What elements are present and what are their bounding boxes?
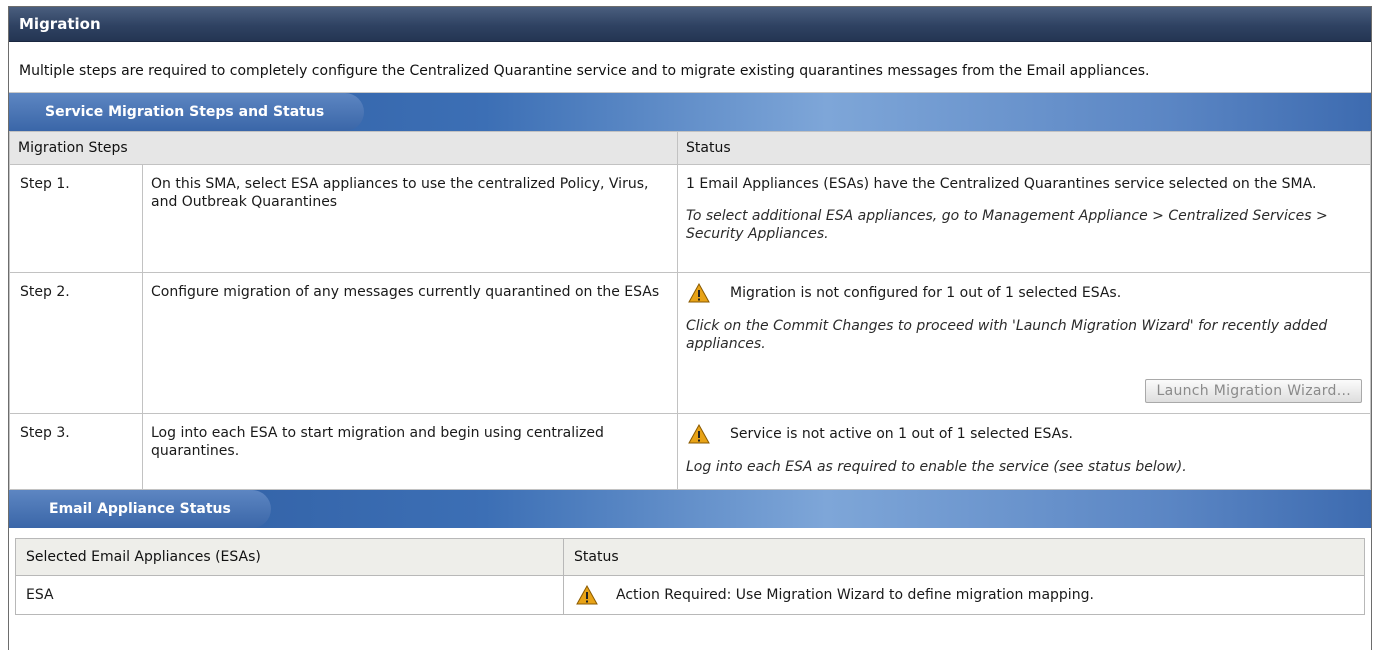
- step-number: Step 2.: [9, 272, 143, 414]
- email-appliance-section-title: Email Appliance Status: [9, 490, 271, 528]
- email-appliance-table: Selected Email Appliances (ESAs) Status …: [15, 538, 1365, 615]
- step-description: On this SMA, select ESA appliances to us…: [142, 164, 678, 273]
- table-row: Step 2. Configure migration of any messa…: [9, 272, 1371, 414]
- step-status-note: Log into each ESA as required to enable …: [686, 459, 1187, 475]
- email-appliance-section-header: Email Appliance Status: [9, 490, 1371, 528]
- col-selected-esas: Selected Email Appliances (ESAs): [15, 538, 564, 576]
- col-status: Status: [563, 538, 1365, 576]
- migration-section-header: Service Migration Steps and Status: [9, 93, 1371, 131]
- step-number: Step 3.: [9, 413, 143, 490]
- esa-name: ESA: [15, 575, 564, 615]
- launch-migration-wizard-button[interactable]: Launch Migration Wizard...: [1145, 379, 1362, 403]
- table-row: Step 3. Log into each ESA to start migra…: [9, 413, 1371, 490]
- migration-steps-table: Migration Steps Status Step 1. On this S…: [9, 131, 1371, 490]
- table-header-row: Migration Steps Status: [9, 131, 1371, 165]
- table-row: ESA Action Required: Use Migration Wizar…: [15, 575, 1365, 615]
- step-status-text: 1 Email Appliances (ESAs) have the Centr…: [686, 176, 1317, 192]
- warning-icon: [688, 424, 710, 444]
- step-number: Step 1.: [9, 164, 143, 273]
- step-description: Log into each ESA to start migration and…: [142, 413, 678, 490]
- col-status: Status: [677, 131, 1371, 165]
- step-description: Configure migration of any messages curr…: [142, 272, 678, 414]
- step-status-text: Migration is not configured for 1 out of…: [730, 285, 1122, 301]
- step-status-note: To select additional ESA appliances, go …: [686, 208, 1328, 242]
- intro-text: Multiple steps are required to completel…: [9, 42, 1371, 93]
- col-migration-steps: Migration Steps: [9, 131, 678, 165]
- migration-panel: Migration Multiple steps are required to…: [8, 6, 1372, 650]
- migration-section-title: Service Migration Steps and Status: [9, 93, 365, 131]
- esa-status-cell: Action Required: Use Migration Wizard to…: [563, 575, 1365, 615]
- warning-icon: [688, 283, 710, 303]
- step-status-cell: 1 Email Appliances (ESAs) have the Centr…: [677, 164, 1371, 273]
- panel-title: Migration: [9, 7, 1371, 42]
- step-status-text: Service is not active on 1 out of 1 sele…: [730, 426, 1073, 442]
- warning-icon: [576, 585, 598, 605]
- esa-status-text: Action Required: Use Migration Wizard to…: [616, 587, 1094, 603]
- step-status-cell: Service is not active on 1 out of 1 sele…: [677, 413, 1371, 490]
- table-header-row: Selected Email Appliances (ESAs) Status: [15, 538, 1365, 576]
- step-status-note: Click on the Commit Changes to proceed w…: [686, 318, 1328, 352]
- step-status-cell: Migration is not configured for 1 out of…: [677, 272, 1371, 414]
- table-row: Step 1. On this SMA, select ESA applianc…: [9, 164, 1371, 273]
